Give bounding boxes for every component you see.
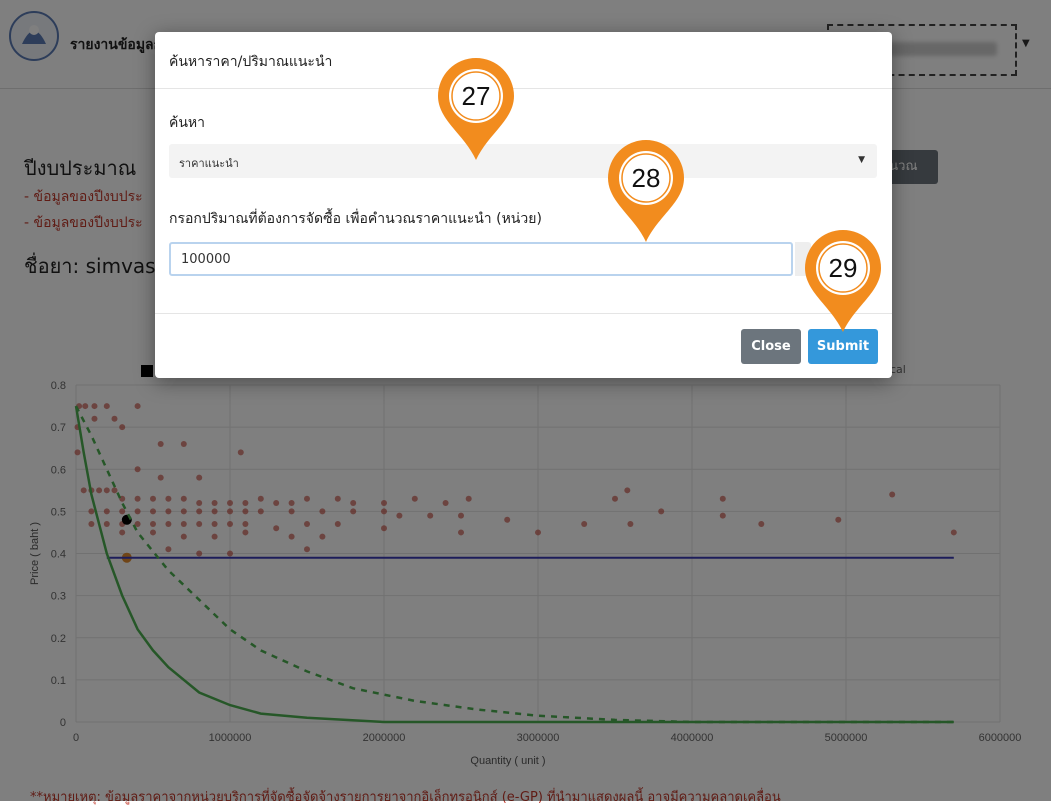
step-marker-29: 29 <box>801 228 885 336</box>
map-pin-icon: 29 <box>805 230 881 332</box>
close-button[interactable]: Close <box>741 329 801 364</box>
map-pin-icon: 28 <box>608 140 684 242</box>
step-number: 29 <box>829 253 858 283</box>
step-marker-27: 27 <box>434 56 518 164</box>
step-number: 28 <box>632 163 661 193</box>
search-modal: ค้นหาราคา/ปริมาณแนะนำ ค้นหา ราคาแนะนำ ▼ … <box>155 32 892 378</box>
modal-header: ค้นหาราคา/ปริมาณแนะนำ <box>155 32 892 89</box>
step-number: 27 <box>462 81 491 111</box>
modal-divider <box>155 313 892 314</box>
step-marker-28: 28 <box>604 138 688 246</box>
search-type-select[interactable]: ราคาแนะนำ ▼ <box>169 144 877 178</box>
search-type-value: ราคาแนะนำ <box>179 157 239 170</box>
quantity-input[interactable] <box>169 242 793 276</box>
map-pin-icon: 27 <box>438 58 514 160</box>
quantity-label: กรอกปริมาณที่ต้องการจัดซื้อ เพื่อคำนวณรา… <box>169 211 542 227</box>
modal-title: ค้นหาราคา/ปริมาณแนะนำ <box>169 54 333 70</box>
search-type-label: ค้นหา <box>169 115 206 131</box>
chevron-down-icon: ▼ <box>858 155 865 165</box>
